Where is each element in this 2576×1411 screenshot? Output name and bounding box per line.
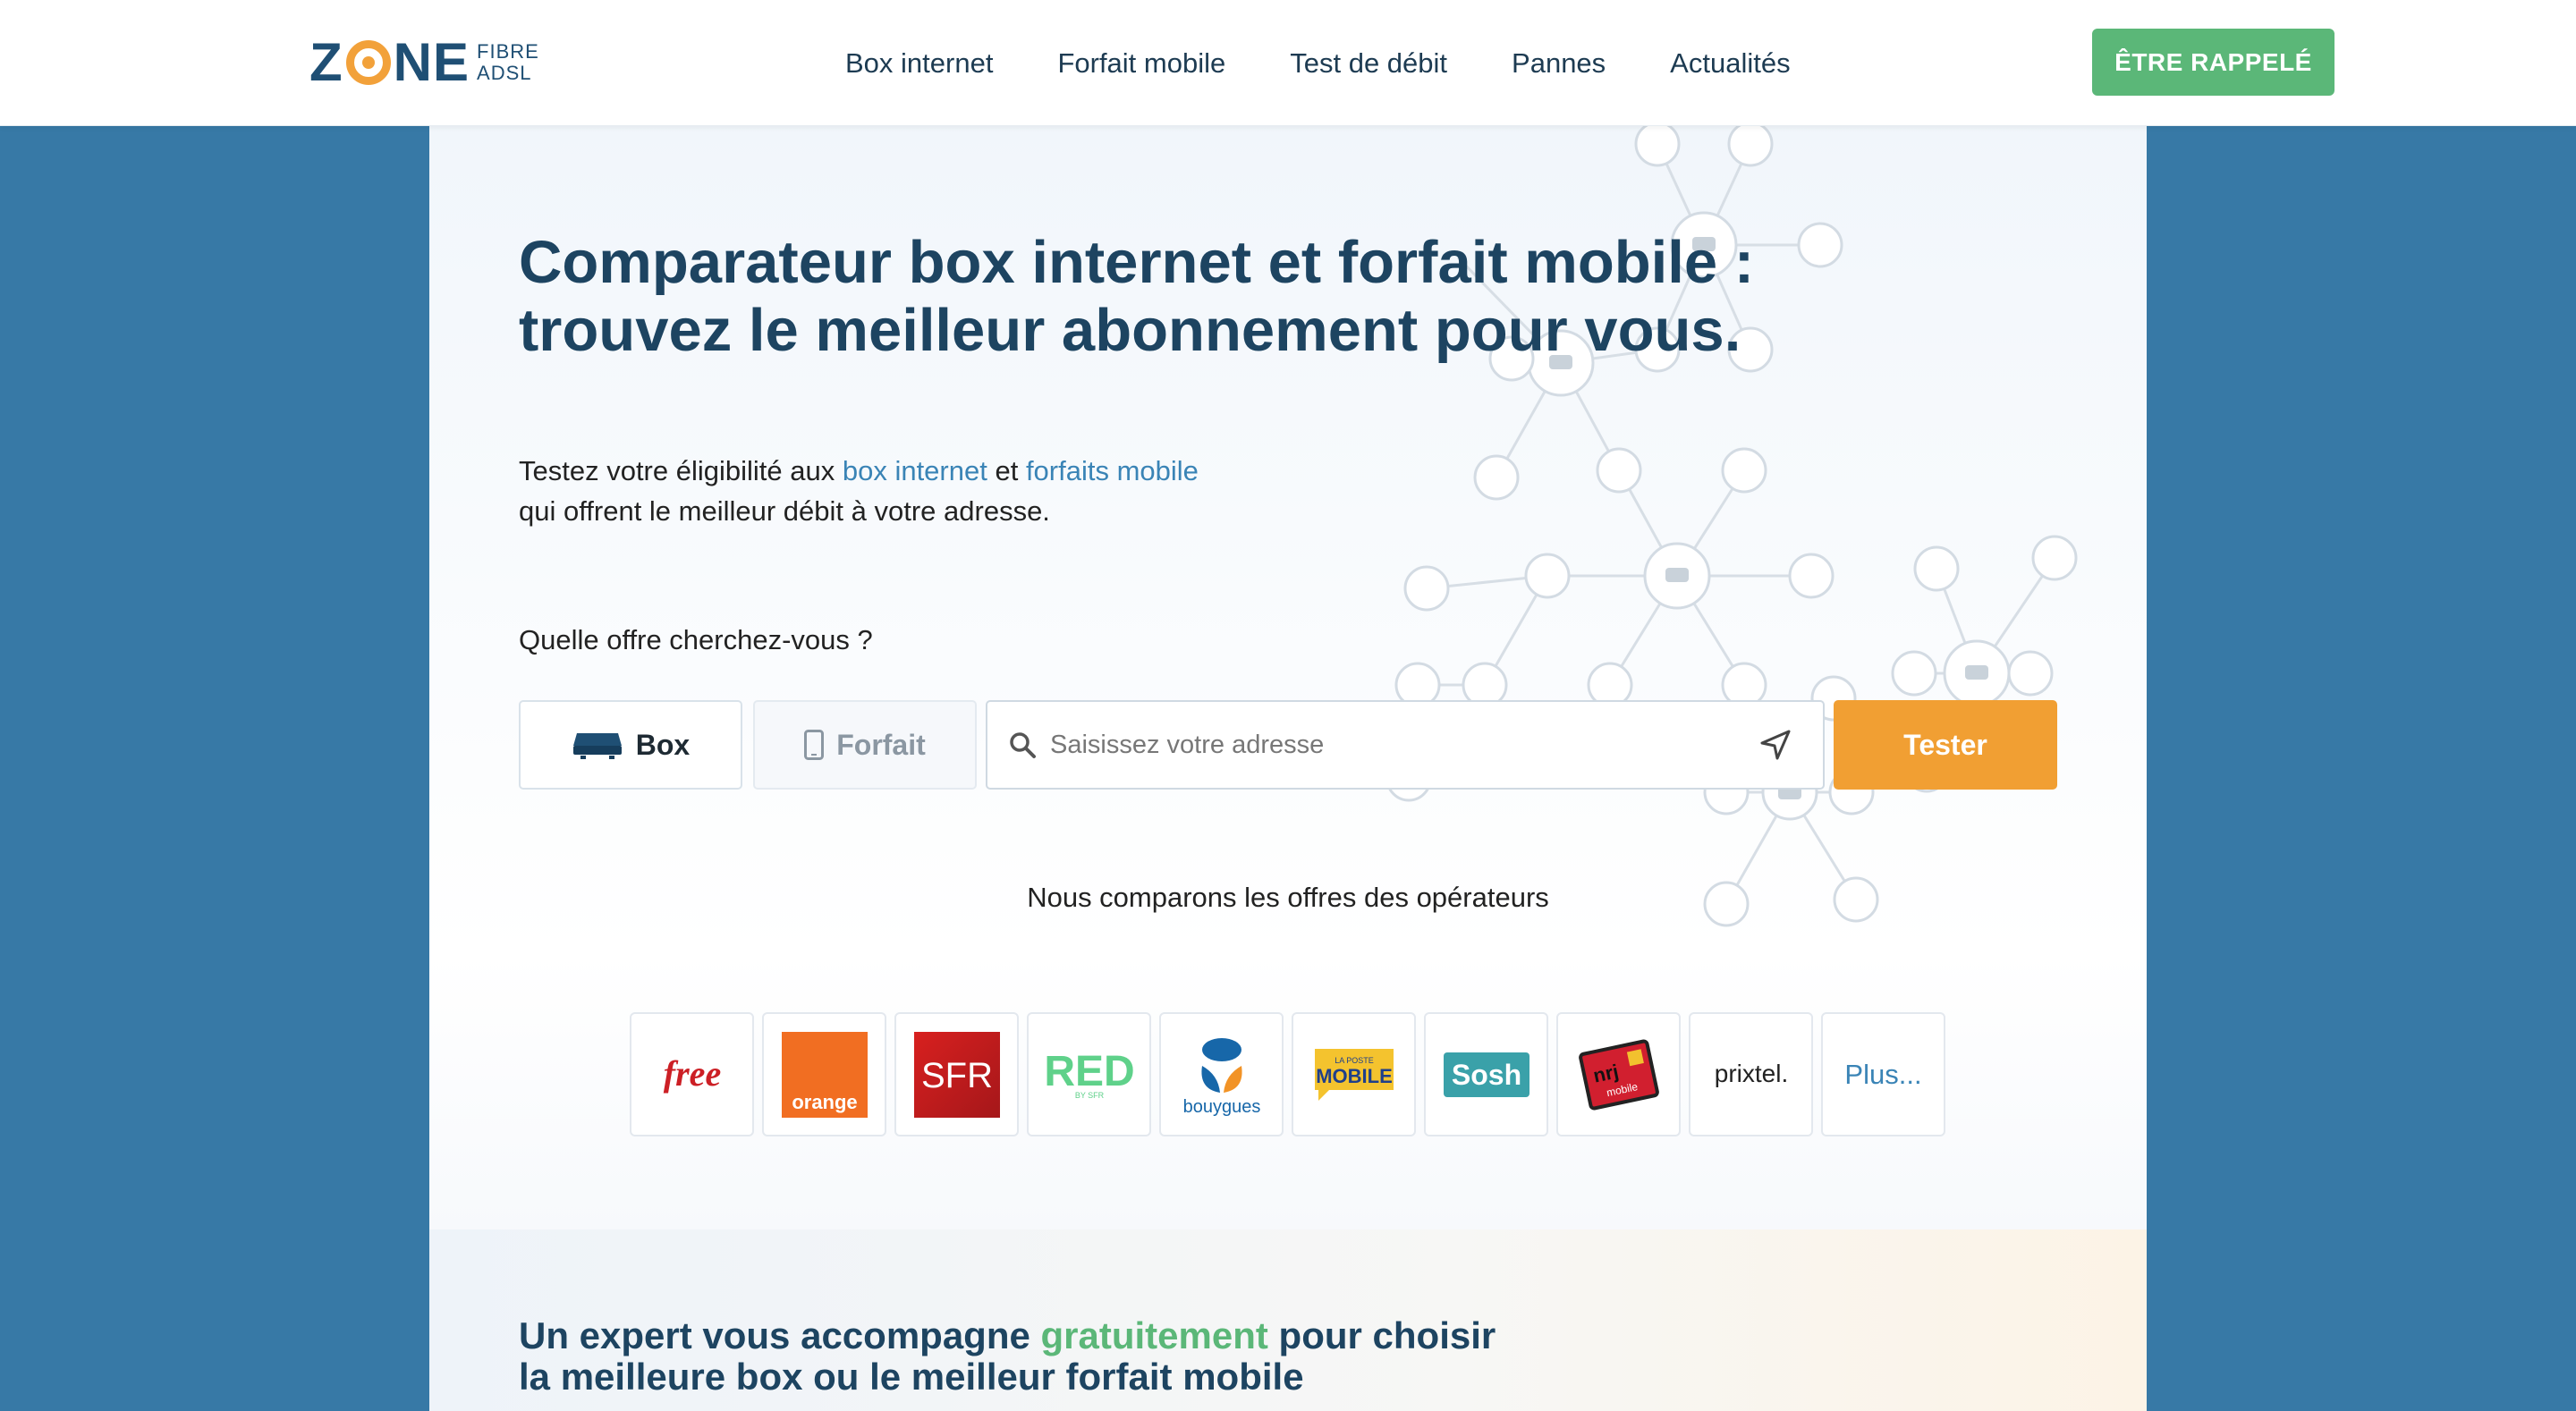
operator-la-poste-mobile[interactable]: LA POSTE MOBILE (1292, 1012, 1416, 1136)
tab-forfait[interactable]: Forfait (753, 700, 977, 790)
link-box-internet[interactable]: box internet (843, 455, 987, 486)
operators-more-link[interactable]: Plus... (1821, 1012, 1945, 1136)
svg-text:MOBILE: MOBILE (1316, 1065, 1393, 1087)
svg-text:Sosh: Sosh (1451, 1059, 1521, 1091)
expert-title: Un expert vous accompagne gratuitement p… (519, 1315, 1496, 1398)
logo-subtitle: FIBRE ADSL (477, 41, 539, 84)
free-logo: free (663, 1053, 720, 1094)
tab-box[interactable]: Box (519, 700, 742, 790)
operator-red[interactable]: RED BY SFR (1027, 1012, 1151, 1136)
main-nav: Box internet Forfait mobile Test de débi… (845, 0, 1791, 126)
site-header: Z NE FIBRE ADSL Box internet Forfait mobi… (0, 0, 2576, 126)
tester-button[interactable]: Tester (1834, 700, 2057, 790)
svg-text:bouygues: bouygues (1182, 1097, 1260, 1117)
address-search-field[interactable] (986, 700, 1825, 790)
expert-title-line-2: la meilleure box ou le meilleur forfait … (519, 1356, 1304, 1398)
hero-title-line-1: Comparateur box internet et forfait mobi… (519, 229, 1755, 296)
geolocate-icon[interactable] (1758, 728, 1792, 762)
operator-sfr[interactable]: SFR (894, 1012, 1019, 1136)
operator-bouygues[interactable]: bouygues (1159, 1012, 1284, 1136)
logo-sub-adsl: ADSL (477, 62, 532, 84)
bouygues-logo: bouygues (1182, 1037, 1260, 1117)
hero-title: Comparateur box internet et forfait mobi… (519, 229, 1860, 365)
nav-forfait-mobile[interactable]: Forfait mobile (1057, 47, 1225, 80)
svg-text:SFR: SFR (921, 1056, 993, 1095)
svg-text:free: free (663, 1053, 720, 1094)
orange-logo: orange (781, 1031, 868, 1118)
svg-text:LA POSTE: LA POSTE (1335, 1056, 1374, 1065)
operator-nrj-mobile[interactable]: nrj mobile (1556, 1012, 1681, 1136)
expert-title-pre: Un expert vous accompagne (519, 1314, 1041, 1356)
nav-test-debit[interactable]: Test de débit (1290, 47, 1447, 80)
logo-o-icon (345, 40, 391, 85)
expert-section: Un expert vous accompagne gratuitement p… (429, 1229, 2147, 1411)
callback-button[interactable]: ÊTRE RAPPELÉ (2092, 29, 2334, 96)
address-input[interactable] (1050, 718, 1758, 772)
hero-title-line-2: trouvez le meilleur abonnement pour vous… (519, 297, 1741, 364)
expert-title-post: pour choisir (1267, 1314, 1496, 1356)
intro-text-mid: et (987, 455, 1026, 486)
prixtel-logo: prixtel. (1714, 1060, 1787, 1087)
svg-text:prixtel.: prixtel. (1714, 1060, 1787, 1087)
hero-intro: Testez votre éligibilité aux box interne… (519, 451, 1199, 531)
operator-logos: free orange SFR RED BY SFR bouygues LA P… (630, 1012, 1945, 1136)
operator-free[interactable]: free (630, 1012, 754, 1136)
hero-card: Comparateur box internet et forfait mobi… (429, 126, 2147, 1229)
offer-question: Quelle offre cherchez-vous ? (519, 624, 873, 655)
red-by-sfr-logo: RED BY SFR (1044, 1048, 1134, 1100)
operators-label: Nous comparons les offres des opérateurs (1027, 882, 1549, 913)
expert-title-highlight: gratuitement (1040, 1314, 1268, 1356)
operator-sosh[interactable]: Sosh (1424, 1012, 1548, 1136)
svg-text:BY SFR: BY SFR (1074, 1091, 1104, 1100)
sosh-logo: Sosh (1443, 1052, 1530, 1097)
logo-wordmark: Z NE (309, 32, 470, 92)
nav-actualites[interactable]: Actualités (1670, 47, 1790, 80)
nav-pannes[interactable]: Pannes (1512, 47, 1606, 80)
intro-text: Testez votre éligibilité aux (519, 455, 843, 486)
operator-orange[interactable]: orange (762, 1012, 886, 1136)
nrj-mobile-logo: nrj mobile (1578, 1039, 1659, 1110)
search-icon (1010, 732, 1036, 758)
zone-fibre-adsl-logo[interactable]: Z NE FIBRE ADSL (309, 36, 539, 89)
svg-text:orange: orange (792, 1091, 857, 1113)
operator-prixtel[interactable]: prixtel. (1689, 1012, 1813, 1136)
tab-box-label: Box (635, 728, 691, 761)
nav-box-internet[interactable]: Box internet (845, 47, 993, 80)
tab-forfait-label: Forfait (836, 728, 926, 761)
sfr-logo: SFR (913, 1031, 1000, 1118)
logo-sub-fibre: FIBRE (477, 40, 539, 63)
smartphone-icon (804, 730, 825, 760)
router-icon (572, 733, 622, 759)
link-forfaits-mobile[interactable]: forfaits mobile (1026, 455, 1199, 486)
svg-text:RED: RED (1044, 1048, 1134, 1095)
la-poste-mobile-logo: LA POSTE MOBILE (1314, 1048, 1394, 1101)
intro-text-line-2: qui offrent le meilleur débit à votre ad… (519, 495, 1050, 527)
